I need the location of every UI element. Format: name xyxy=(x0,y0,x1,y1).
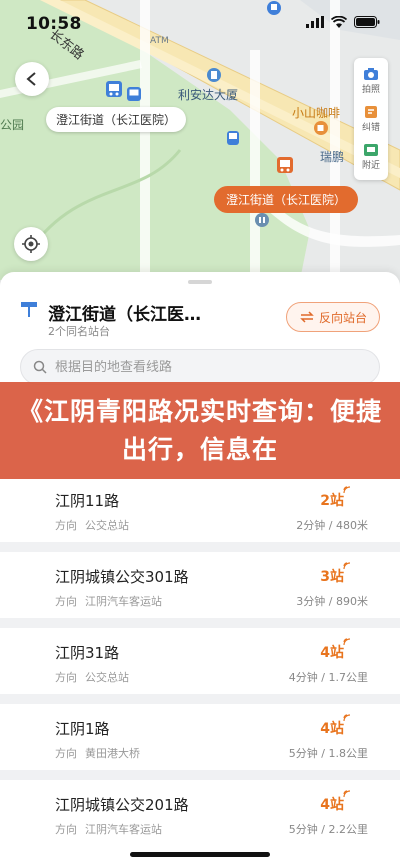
route-name: 江阴城镇公交201路 xyxy=(55,796,189,814)
banner-title: 《江阴青阳路况实时查询：便捷出行，信息在 xyxy=(17,396,382,464)
tool-label: 纠错 xyxy=(361,123,380,133)
nearby-icon xyxy=(364,144,378,156)
reverse-stop-button[interactable]: 反向站台 xyxy=(286,302,380,332)
route-stations-away: 4站 xyxy=(320,721,344,737)
swap-icon xyxy=(300,311,314,323)
route-direction: 方向 公交总站 xyxy=(55,671,129,684)
selected-stop-bubble[interactable]: 澄江街道（长江医院） xyxy=(214,186,359,213)
home-indicator[interactable] xyxy=(130,852,270,857)
toilet-icon xyxy=(255,213,269,227)
battery-icon xyxy=(354,16,380,28)
building-label: 利安达大厦 xyxy=(178,88,239,102)
realtime-signal-icon xyxy=(343,790,351,798)
route-name: 江阴1路 xyxy=(55,720,110,738)
bus-stop-icon[interactable] xyxy=(126,86,142,102)
locate-button[interactable] xyxy=(14,227,48,261)
route-row[interactable]: 江阴城镇公交201路 方向 江阴汽车客运站 4站 5分钟 / 2.2公里 xyxy=(0,780,400,846)
route-direction: 方向 公交总站 xyxy=(55,519,129,532)
route-list: 江阴11路 方向 公交总站 2站 2分钟 / 480米 江阴城镇公交301路 方向… xyxy=(0,476,400,846)
tool-camera[interactable]: 拍照 xyxy=(354,62,388,100)
tool-nearby[interactable]: 附近 xyxy=(354,138,388,176)
bus-stop-icon[interactable] xyxy=(226,130,240,146)
reverse-stop-label: 反向站台 xyxy=(318,310,367,325)
back-button[interactable] xyxy=(15,62,49,96)
article-title-banner: 《江阴青阳路况实时查询：便捷出行，信息在 xyxy=(0,382,400,479)
route-row[interactable]: 江阴11路 方向 公交总站 2站 2分钟 / 480米 xyxy=(0,476,400,542)
route-direction: 方向 江阴汽车客运站 xyxy=(55,823,162,836)
park-label: 公园 xyxy=(0,118,25,132)
realtime-signal-icon xyxy=(343,638,351,646)
realtime-signal-icon xyxy=(343,486,351,494)
route-eta: 2分钟 / 480米 xyxy=(296,519,368,532)
route-search-bar[interactable] xyxy=(20,349,380,385)
route-name: 江阴31路 xyxy=(55,644,120,662)
route-eta: 4分钟 / 1.7公里 xyxy=(288,671,368,684)
map-toolbar: 拍照 纠错 附近 xyxy=(354,58,388,180)
bus-stop-icon[interactable] xyxy=(105,80,123,98)
stop-bubble[interactable]: 澄江街道（长江医院） xyxy=(46,107,187,132)
status-time: 10:58 xyxy=(26,14,82,34)
route-eta: 5分钟 / 2.2公里 xyxy=(288,823,368,836)
route-stations-away: 3站 xyxy=(320,569,344,585)
selected-bus-stop-icon[interactable] xyxy=(276,156,294,178)
route-search-input[interactable] xyxy=(55,359,355,375)
tool-report[interactable]: 纠错 xyxy=(354,100,388,138)
map-view[interactable]: 10:58 长东路 ATM 利安达大厦 公园 澄江街道（长江医院） 澄江街道（长… xyxy=(0,0,400,300)
stop-detail-sheet: 澄江街道（长江医… 2个同名站台 反向站台 江阴11路 方向公交总站 2站 2分… xyxy=(0,272,400,865)
tool-label: 拍照 xyxy=(361,85,380,95)
route-row[interactable]: 江阴31路 方向 公交总站 4站 4分钟 / 1.7公里 xyxy=(0,628,400,694)
route-stations-away: 4站 xyxy=(320,645,344,661)
divider xyxy=(0,694,400,704)
route-row[interactable]: 江阴城镇公交301路 方向 江阴汽车客运站 3站 3分钟 / 890米 xyxy=(0,552,400,618)
route-row[interactable]: 江阴1路 方向 黄田港大桥 4站 5分钟 / 1.8公里 xyxy=(0,704,400,770)
route-direction: 方向 江阴汽车客运站 xyxy=(55,595,162,608)
chevron-left-icon xyxy=(26,72,36,86)
route-name: 江阴城镇公交301路 xyxy=(55,568,189,586)
realtime-signal-icon xyxy=(343,714,351,722)
divider xyxy=(0,542,400,552)
poi-label: 瑞鹏 xyxy=(320,150,345,164)
search-icon xyxy=(33,360,47,374)
status-bar: 10:58 xyxy=(0,0,400,46)
cafe-icon xyxy=(314,121,328,135)
camera-icon xyxy=(364,68,378,80)
stop-name: 澄江街道（长江医… xyxy=(48,305,201,325)
wifi-icon xyxy=(331,16,347,28)
realtime-signal-icon xyxy=(343,562,351,570)
drag-handle[interactable] xyxy=(188,280,212,284)
status-icons xyxy=(306,16,380,28)
tool-label: 附近 xyxy=(361,161,380,171)
building-icon xyxy=(207,68,221,82)
route-name: 江阴11路 xyxy=(55,492,120,510)
report-icon xyxy=(365,106,377,118)
route-stations-away: 4站 xyxy=(320,797,344,813)
route-direction: 方向 黄田港大桥 xyxy=(55,747,140,760)
bus-stop-sign-icon xyxy=(21,302,37,317)
divider xyxy=(0,770,400,780)
route-eta: 5分钟 / 1.8公里 xyxy=(288,747,368,760)
route-stations-away: 2站 xyxy=(320,493,344,509)
divider xyxy=(0,618,400,628)
stop-subtitle: 2个同名站台 xyxy=(48,325,110,338)
signal-icon xyxy=(306,16,324,28)
locate-icon xyxy=(22,235,40,253)
cafe-label: 小山咖啡 xyxy=(292,106,341,120)
route-eta: 3分钟 / 890米 xyxy=(296,595,368,608)
